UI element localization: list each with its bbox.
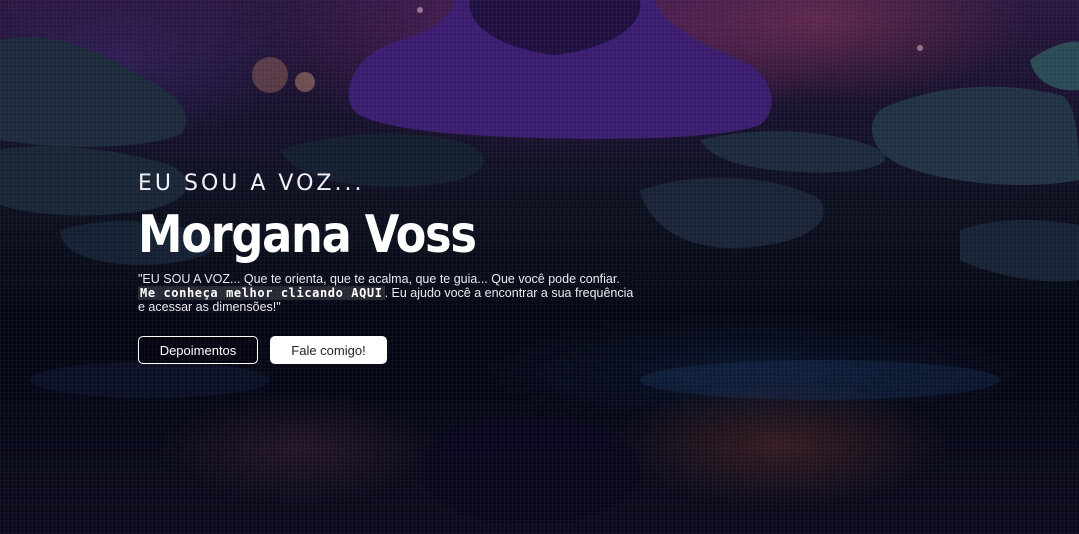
contact-button[interactable]: Fale comigo! <box>270 336 387 364</box>
about-me-link[interactable]: Me conheça melhor clicando AQUI <box>138 286 385 300</box>
hero-title: Morgana Voss <box>138 205 477 265</box>
hero-actions: Depoimentos Fale comigo! <box>138 336 658 364</box>
testimonials-button[interactable]: Depoimentos <box>138 336 258 364</box>
hero-description: "EU SOU A VOZ... Que te orienta, que te … <box>138 272 638 314</box>
hero-content: EU SOU A VOZ... Morgana Voss "EU SOU A V… <box>138 170 658 364</box>
hero-kicker: EU SOU A VOZ... <box>138 171 365 196</box>
hero-section: EU SOU A VOZ... Morgana Voss "EU SOU A V… <box>0 0 1079 534</box>
description-text: "EU SOU A VOZ... Que te orienta, que te … <box>138 272 620 286</box>
